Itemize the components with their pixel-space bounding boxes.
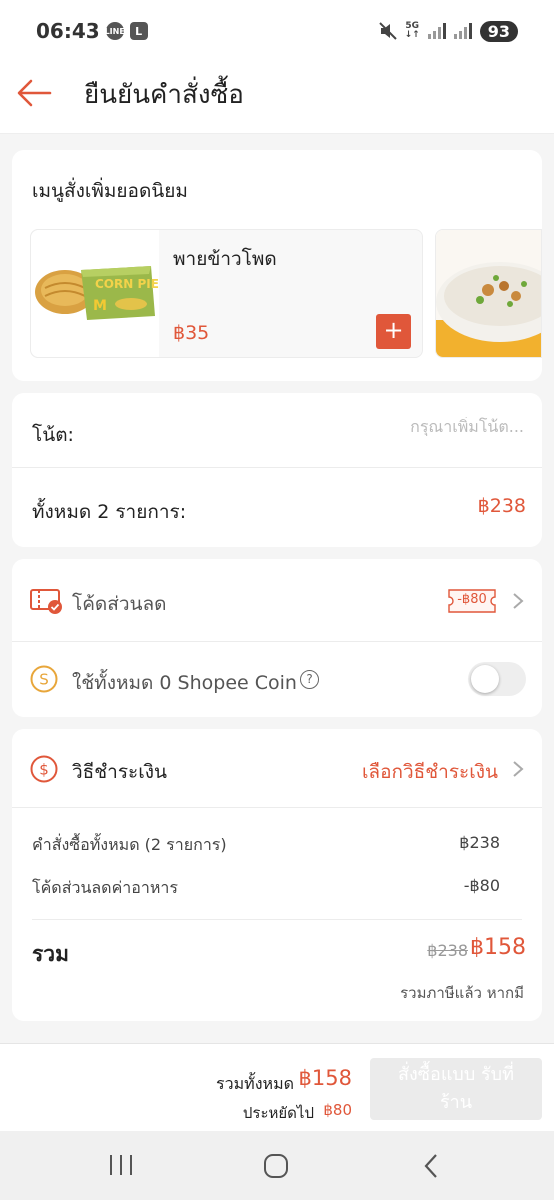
payment-method-row[interactable]: $ วิธีชำระเงิน เลือกวิธีชำระเงิน — [12, 729, 542, 807]
chevron-right-icon — [513, 761, 524, 777]
android-nav-bar — [0, 1131, 554, 1200]
divider — [12, 641, 542, 642]
shopee-coin-icon: S — [30, 665, 58, 693]
discount-card: โค้ดส่วนลด -฿80 S ใช้ทั้งหมด 0 Shopee Co… — [12, 559, 542, 717]
order-subtotal-value: ฿238 — [459, 833, 500, 852]
voucher-icon — [30, 589, 62, 614]
corn-pie-label: CORN PIE — [95, 277, 159, 291]
coin-help-icon[interactable]: ? — [300, 670, 319, 689]
place-order-line1: สั่งซื้อแบบ รับที่ — [398, 1064, 514, 1085]
place-order-button[interactable]: สั่งซื้อแบบ รับที่ ร้าน — [370, 1058, 542, 1120]
place-order-line2: ร้าน — [439, 1092, 473, 1113]
coin-label: ใช้ทั้งหมด 0 Shopee Coin — [72, 672, 297, 694]
note-input[interactable] — [312, 417, 524, 436]
popular-menu-card: เมนูสั่งเพิ่มยอดนิยม CORN PIE M พายข้าวโ… — [12, 150, 542, 381]
payment-card: $ วิธีชำระเงิน เลือกวิธีชำระเงิน คำสั่งซ… — [12, 729, 542, 1021]
line-app-icon: LINE — [105, 22, 125, 40]
status-time: 06:43 — [36, 19, 100, 43]
divider — [32, 919, 522, 920]
payment-label: วิธีชำระเงิน — [72, 761, 167, 783]
signal-icon — [427, 23, 446, 39]
total-label: รวม — [32, 942, 69, 966]
total-items-value: ฿238 — [477, 495, 526, 517]
signal-icon-2 — [453, 23, 472, 39]
checkout-bar: รวมทั้งหมด ฿158 ประหยัดไป ฿80 สั่งซื้อแบ… — [0, 1043, 554, 1131]
choose-payment-link[interactable]: เลือกวิธีชำระเงิน — [362, 757, 498, 787]
tax-note: รวมภาษีแล้ว หากมี — [400, 984, 524, 1002]
mute-icon — [378, 22, 397, 40]
svg-text:M: M — [93, 298, 107, 314]
note-label: โน้ต: — [32, 424, 74, 446]
voucher-tag: -฿80 — [448, 589, 496, 613]
coin-toggle[interactable] — [468, 662, 526, 696]
divider — [12, 467, 542, 468]
back-arrow-icon[interactable] — [16, 78, 52, 108]
svg-text:S: S — [39, 671, 49, 689]
original-total: ฿238 — [427, 941, 468, 960]
page-header: ยืนยันคำสั่งซื้อ — [0, 62, 554, 134]
product-price: ฿35 — [173, 322, 210, 344]
recent-apps-icon[interactable] — [108, 1154, 134, 1176]
dollar-icon: $ — [30, 755, 58, 783]
network-5g-icon: 5G ↓↑ — [404, 21, 420, 40]
discount-label: โค้ดส่วนลด — [72, 593, 167, 615]
page-title: ยืนยันคำสั่งซื้อ — [84, 80, 244, 110]
saved-value: ฿80 — [323, 1101, 352, 1119]
total-items-label: ทั้งหมด 2 รายการ: — [32, 501, 187, 523]
home-icon[interactable] — [263, 1153, 289, 1179]
battery-indicator: 93 — [479, 20, 518, 42]
svg-text:$: $ — [39, 761, 49, 779]
porridge-image — [436, 230, 541, 357]
order-note-card: โน้ต: ทั้งหมด 2 รายการ: ฿238 — [12, 393, 542, 547]
food-discount-value: -฿80 — [463, 876, 500, 895]
corn-pie-image: CORN PIE M — [31, 230, 159, 357]
food-discount-label: โค้ดส่วนลดค่าอาหาร — [32, 878, 178, 897]
voucher-value: -฿80 — [457, 592, 487, 607]
divider — [12, 807, 542, 808]
product-name: พายข้าวโพด — [173, 248, 277, 270]
toggle-knob — [471, 665, 499, 693]
add-to-cart-button[interactable]: + — [376, 314, 411, 349]
discount-row[interactable]: โค้ดส่วนลด -฿80 — [12, 559, 542, 641]
final-total: ฿158 — [470, 935, 526, 960]
grand-total-value: ฿158 — [298, 1066, 352, 1090]
back-nav-icon[interactable] — [423, 1153, 439, 1179]
chevron-right-icon — [513, 593, 524, 609]
popular-menu-title: เมนูสั่งเพิ่มยอดนิยม — [32, 180, 188, 202]
grand-total-label: รวมทั้งหมด — [216, 1074, 294, 1093]
product-card[interactable]: CORN PIE M พายข้าวโพด ฿35 + — [30, 229, 423, 358]
order-subtotal-label: คำสั่งซื้อทั้งหมด (2 รายการ) — [32, 835, 227, 854]
status-bar: 06:43 LINE L 5G ↓↑ 93 — [0, 0, 554, 62]
product-card-partial[interactable] — [435, 229, 542, 358]
saved-label: ประหยัดไป — [242, 1104, 314, 1122]
notification-l-icon: L — [129, 22, 148, 40]
